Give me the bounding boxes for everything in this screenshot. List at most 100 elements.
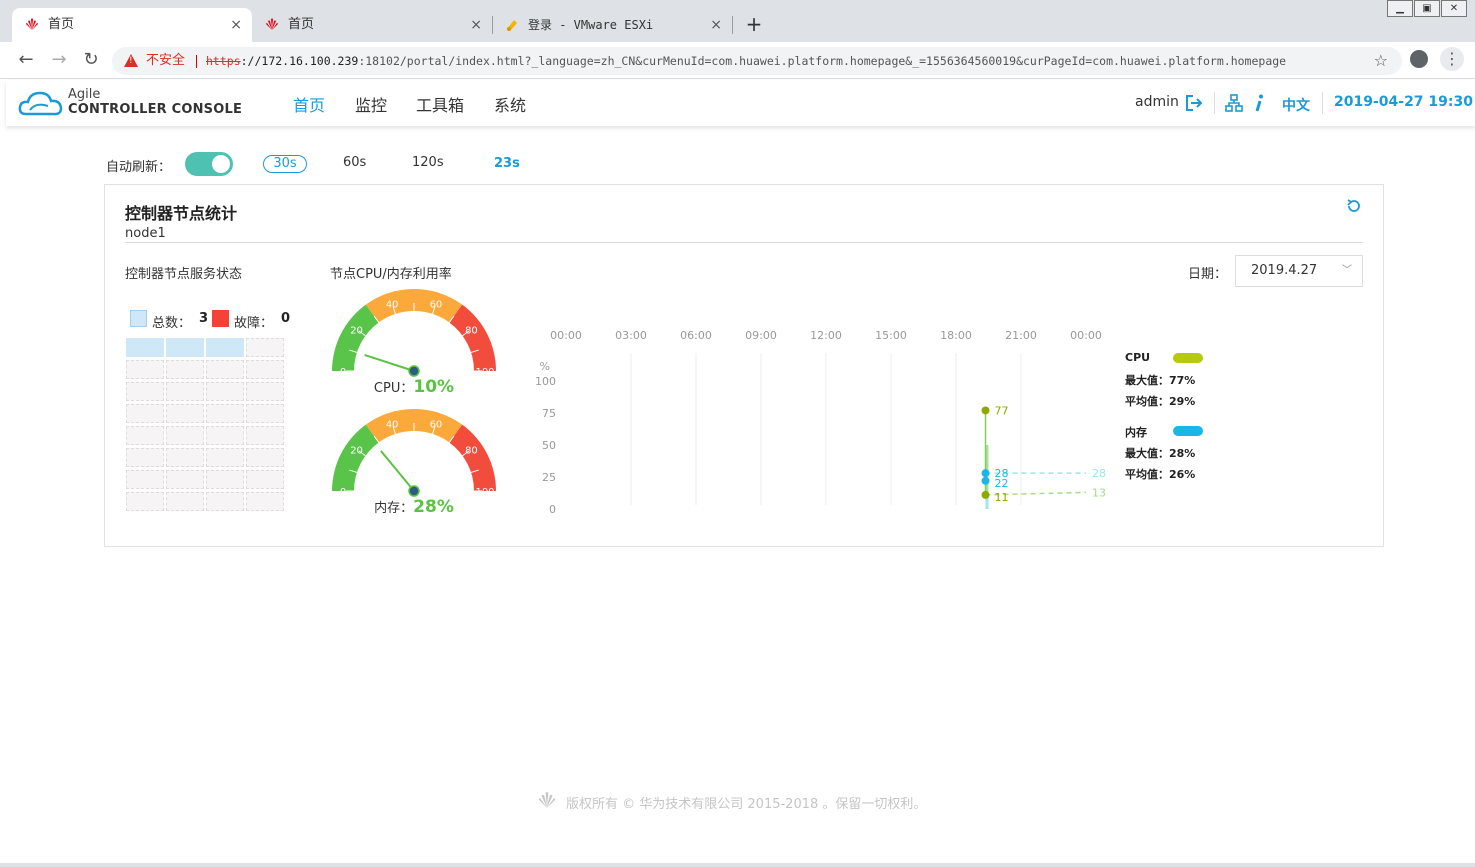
interval-60s[interactable]: 60s: [343, 155, 366, 173]
new-tab-button[interactable]: +: [742, 10, 766, 38]
series-cpu-color: [1173, 353, 1203, 363]
close-tab-icon[interactable]: ×: [470, 8, 482, 42]
gauge-band-low: [332, 304, 379, 371]
header-divider: [1214, 92, 1215, 114]
interval-120s[interactable]: 120s: [412, 155, 444, 173]
browser-tab-homepage-1[interactable]: 首页 ×: [12, 8, 252, 42]
tab-divider: [732, 16, 733, 34]
bookmark-star-icon[interactable]: ☆: [1374, 47, 1388, 75]
window-controls: ▁ ▣ ✕: [1386, 0, 1467, 18]
fault-legend-swatch: [212, 310, 229, 327]
cpu-gauge-label: CPU：10%: [329, 377, 499, 397]
security-label[interactable]: 不安全: [146, 47, 185, 75]
agile-cloud-logo-icon: [18, 91, 63, 116]
nav-system[interactable]: 系统: [494, 92, 526, 116]
cpu-max-label: 77: [995, 404, 1009, 417]
service-cell-empty: [206, 360, 244, 379]
service-cell-empty: [206, 404, 244, 423]
close-tab-icon[interactable]: ×: [230, 8, 242, 42]
back-button[interactable]: ←: [14, 48, 38, 72]
gauge-tick-label: 60: [430, 299, 443, 310]
x-tick-label: 12:00: [810, 329, 842, 342]
gauge-tick-label: 20: [350, 325, 363, 336]
info-icon[interactable]: [1249, 93, 1269, 113]
topology-icon[interactable]: [1224, 93, 1244, 113]
warning-icon[interactable]: [124, 54, 138, 67]
logout-icon[interactable]: [1184, 93, 1204, 113]
nav-toolbox[interactable]: 工具箱: [416, 92, 464, 116]
nav-monitor[interactable]: 监控: [355, 92, 387, 116]
window-bottom-edge: [0, 863, 1475, 867]
url-bar[interactable]: 不安全 https://172.16.100.239:18102/portal/…: [112, 47, 1402, 75]
memory-end-label: 28: [1092, 467, 1106, 480]
huawei-logo-icon: [538, 792, 556, 808]
series-memory-avg: 平均值：26%: [1125, 468, 1196, 481]
service-cell-empty: [246, 404, 284, 423]
series-memory-max: 最大值：28%: [1125, 447, 1196, 460]
cpu-point: [981, 406, 990, 415]
interval-30s[interactable]: 30s: [263, 155, 307, 173]
browser-menu-icon[interactable]: ⋮: [1440, 47, 1464, 71]
cpu-value: 10%: [413, 377, 455, 397]
browser-tab-bar: 首页 × 首页 × 登录 - VMware ESXi × + ▁ ▣ ✕: [0, 0, 1475, 42]
memory-gauge-label: 内存：28%: [329, 497, 499, 517]
restore-button[interactable]: ▣: [1414, 0, 1440, 17]
nav-homepage[interactable]: 首页: [293, 92, 325, 116]
date-value: 2019.4.27: [1251, 263, 1318, 278]
gauge-needle: [380, 450, 415, 492]
usage-line-chart: 00:00 03:00 06:00 09:00 12:00 15:00 18:00 21:00…: [535, 329, 1106, 516]
url-text[interactable]: https://172.16.100.239:18102/portal/inde…: [206, 47, 1286, 75]
url-divider: [196, 55, 197, 68]
usage-gauges: 0 20 40 60 80 100 CPU：10% 0 20 40 60 80 100 内存：28%: [329, 289, 499, 529]
tab-title: 登录 - VMware ESXi: [528, 18, 654, 32]
language-switch[interactable]: 中文: [1282, 95, 1310, 115]
huawei-logo-icon: [26, 18, 38, 30]
date-select[interactable]: 2019.4.27 ﹀: [1235, 255, 1363, 287]
gauge-hub: [408, 365, 420, 377]
cpu-label: CPU：: [373, 381, 414, 396]
x-tick-label: 00:00: [550, 329, 582, 342]
close-window-button[interactable]: ✕: [1441, 0, 1467, 17]
refresh-icon[interactable]: [1345, 197, 1363, 215]
url-host: ://172.16.100.239: [240, 54, 359, 68]
fault-label: 故障：: [234, 316, 274, 331]
service-cell-empty: [246, 448, 284, 467]
total-label: 总数：: [152, 316, 192, 331]
service-cell-empty: [126, 492, 164, 511]
memory-label: 内存：: [374, 501, 414, 516]
gauge-tick-label: 40: [386, 419, 399, 430]
reload-button[interactable]: ↻: [79, 48, 103, 72]
memory-value: 28%: [413, 497, 454, 517]
close-tab-icon[interactable]: ×: [710, 8, 722, 42]
brand-line-1: Agile: [68, 87, 101, 102]
service-cell-empty: [206, 492, 244, 511]
service-cell-empty: [246, 338, 284, 357]
panel-divider: [125, 242, 1363, 243]
service-cell-empty: [206, 448, 244, 467]
account-icon[interactable]: [1410, 50, 1428, 68]
chevron-down-icon: ﹀: [1342, 265, 1352, 276]
x-tick-label: 18:00: [940, 329, 972, 342]
service-cell-empty: [126, 448, 164, 467]
service-status-title: 控制器节点服务状态: [125, 267, 243, 282]
service-status-grid: [126, 338, 286, 514]
x-tick-label: 21:00: [1005, 329, 1037, 342]
series-memory-name: 内存: [1125, 426, 1147, 439]
browser-tab-homepage-2[interactable]: 首页 ×: [252, 8, 492, 42]
gauge-tick-label: 80: [465, 445, 478, 456]
browser-tab-vmware[interactable]: 登录 - VMware ESXi ×: [492, 8, 732, 42]
series-memory-color: [1173, 426, 1203, 436]
y-tick-label: 0: [549, 503, 556, 516]
cpu-end-label: 13: [1092, 486, 1106, 499]
service-cell-empty: [246, 360, 284, 379]
memory-point: [981, 469, 990, 478]
service-cell-empty: [246, 470, 284, 489]
username[interactable]: admin: [1135, 94, 1179, 110]
service-cell-empty: [166, 470, 204, 489]
minimize-button[interactable]: ▁: [1387, 0, 1413, 17]
series-cpu-max: 最大值：77%: [1125, 374, 1196, 387]
forward-button[interactable]: →: [47, 48, 71, 72]
auto-refresh-toggle[interactable]: [185, 152, 233, 176]
app-header: Agile CONTROLLER CONSOLE 首页 监控 工具箱 系统 ad…: [6, 80, 1475, 126]
service-cell-empty: [126, 426, 164, 445]
